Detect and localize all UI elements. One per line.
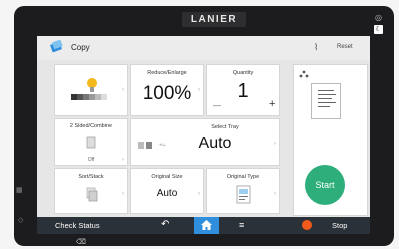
density-icon [71, 78, 107, 100]
select-tray-label: Select Tray [211, 124, 239, 130]
chevron-right-icon: › [198, 87, 200, 93]
copy-settings-panel: › Reduce/Enlarge 100% › Quantity 1 — + 2… [54, 64, 283, 217]
reduce-enlarge-value: 100% [142, 83, 192, 104]
stop-button[interactable]: Stop [332, 221, 347, 230]
touch-screen: Copy ⌇ Reset › Reduce/Enlarge 100% › Qua… [37, 36, 370, 234]
two-sided-combine-tile[interactable]: 2 Sided/Combine Off › [54, 118, 128, 166]
power-save-icon[interactable]: ☾ [374, 25, 383, 34]
two-sided-status: Off [87, 157, 95, 163]
quantity-tile[interactable]: Quantity 1 — + [206, 64, 280, 116]
chevron-right-icon: › [122, 157, 124, 163]
quantity-label: Quantity [232, 70, 254, 76]
select-tray-tile[interactable]: Select Tray +LL Auto › [130, 118, 280, 166]
reduce-enlarge-label: Reduce/Enlarge [147, 70, 187, 76]
reduce-enlarge-tile[interactable]: Reduce/Enlarge 100% › [130, 64, 204, 116]
stop-icon[interactable] [302, 220, 312, 230]
original-size-label: Original Size [151, 174, 183, 180]
printer-device: LANIER ◎ ☾ ▦ ◇ ⌫ Copy ⌇ Reset › Reduce/E… [0, 0, 399, 249]
device-bezel: LANIER ◎ ☾ ▦ ◇ ⌫ Copy ⌇ Reset › Reduce/E… [14, 6, 394, 246]
preview-settings-icon[interactable] [299, 70, 309, 78]
paper-tray-icon [138, 142, 152, 149]
reset-icon[interactable]: ⌇ [314, 42, 318, 53]
side-indicator-icon: ◇ [18, 217, 24, 224]
sort-stack-icon [86, 187, 98, 202]
chevron-right-icon: › [122, 87, 124, 93]
sort-stack-tile[interactable]: Sort/Stack › [54, 168, 128, 214]
menu-icon[interactable]: ≡ [239, 220, 244, 230]
page-title: Copy [71, 43, 90, 52]
brand-logo: LANIER [182, 12, 246, 27]
duplex-page-icon [86, 136, 96, 149]
check-status-button[interactable]: Check Status [55, 221, 100, 230]
sensor-icon: ◎ [375, 13, 382, 22]
chevron-right-icon: › [274, 191, 276, 197]
chevron-right-icon: › [122, 191, 124, 197]
side-lock-icon: ▦ [16, 187, 23, 194]
app-header: Copy ⌇ Reset [37, 36, 370, 60]
copy-app-icon [50, 40, 63, 53]
reset-button[interactable]: Reset [337, 44, 353, 50]
quantity-increase-button[interactable]: + [269, 98, 275, 110]
start-button[interactable]: Start [305, 165, 345, 205]
usb-port-icon: ⌫ [76, 239, 86, 246]
two-sided-label: 2 Sided/Combine [69, 123, 113, 129]
original-size-tile[interactable]: Original Size Auto › [130, 168, 204, 214]
quantity-decrease-button[interactable]: — [213, 101, 221, 110]
home-button[interactable] [194, 217, 219, 234]
chevron-right-icon: › [274, 141, 276, 147]
density-tile[interactable]: › [54, 64, 128, 116]
bottom-navigation-bar: Check Status ↶ ≡ Stop [37, 217, 370, 234]
sort-stack-label: Sort/Stack [78, 174, 104, 180]
tray-size-text: +LL [159, 142, 166, 147]
select-tray-value: Auto [198, 135, 232, 152]
document-preview-image [311, 83, 341, 119]
original-type-icon [236, 185, 251, 204]
chevron-right-icon: › [198, 191, 200, 197]
back-icon[interactable]: ↶ [161, 219, 169, 230]
original-type-tile[interactable]: Original Type › [206, 168, 280, 214]
home-icon [201, 220, 212, 230]
original-type-label: Original Type [226, 174, 260, 180]
original-size-value: Auto [156, 188, 178, 199]
